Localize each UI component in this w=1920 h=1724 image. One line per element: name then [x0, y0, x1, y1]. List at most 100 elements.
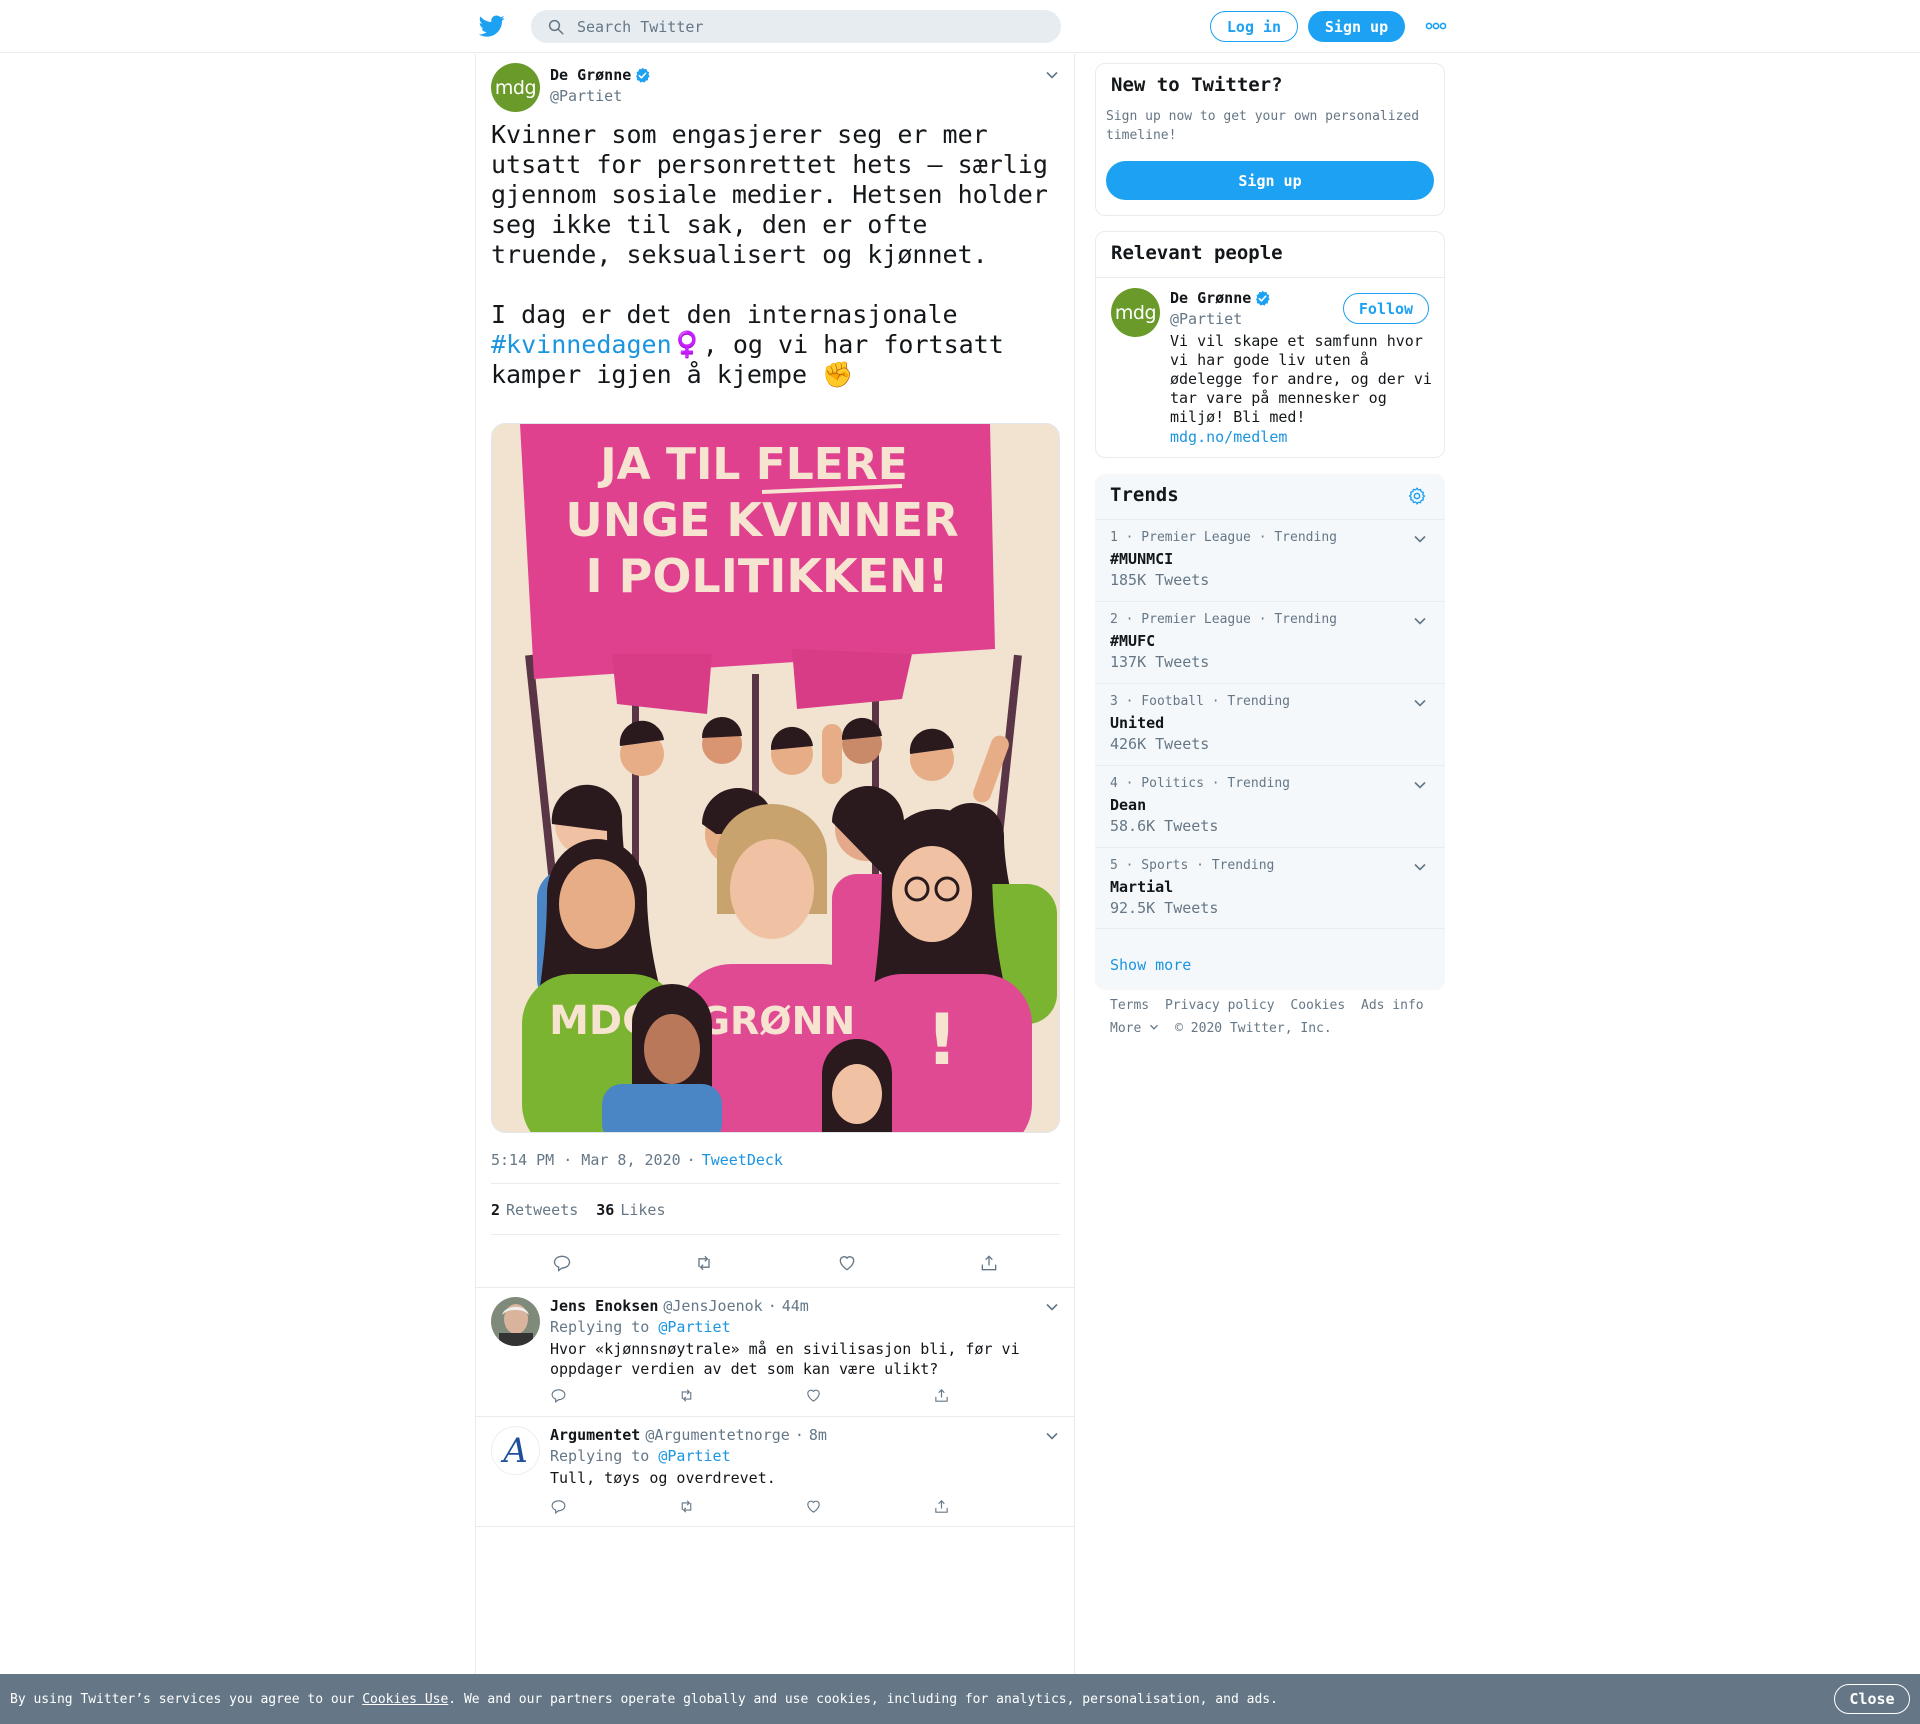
signup-button[interactable]: Sign up — [1308, 11, 1405, 42]
tweet-image[interactable]: JA TIL FLERE UNGE KVINNER I POLITIKKEN! — [491, 423, 1060, 1133]
reply-avatar[interactable] — [491, 1297, 540, 1346]
footer-privacy-link[interactable]: Privacy policy — [1165, 998, 1275, 1013]
tweet-time-text[interactable]: 5:14 PM · Mar 8, 2020 — [491, 1151, 681, 1169]
avatar-logo-text: mdg — [1114, 301, 1157, 324]
retweet-icon[interactable] — [694, 1253, 714, 1273]
login-button[interactable]: Log in — [1210, 11, 1298, 42]
trend-item[interactable]: 5 · Sports · Trending Martial 92.5K Twee… — [1095, 847, 1445, 929]
likes-count: 36 — [596, 1201, 615, 1219]
portrait-photo — [491, 1297, 540, 1346]
cookies-use-link[interactable]: Cookies Use — [362, 1692, 448, 1707]
like-heart-icon[interactable] — [837, 1253, 857, 1273]
trend-item[interactable]: 4 · Politics · Trending Dean 58.6K Tweet… — [1095, 765, 1445, 847]
female-sign-emoji: ♀️ — [671, 330, 703, 359]
more-dots-icon[interactable] — [1425, 18, 1447, 34]
trend-count: 426K Tweets — [1110, 735, 1210, 753]
reply-tweet[interactable]: A Argumentet @Argumentetnorge · 8m Replyi… — [476, 1416, 1074, 1527]
poster-line1-a: JA TIL — [597, 439, 755, 490]
person-bio-link[interactable]: mdg.no/medlem — [1170, 428, 1287, 446]
replying-to-link[interactable]: @Partiet — [658, 1447, 730, 1465]
chevron-down-icon[interactable] — [1045, 1300, 1059, 1314]
trend-meta: 4 · Politics · Trending — [1110, 776, 1291, 791]
footer-terms-link[interactable]: Terms — [1110, 998, 1149, 1013]
reply-avatar[interactable]: A — [491, 1426, 540, 1475]
chevron-down-icon[interactable] — [1413, 778, 1427, 792]
chevron-down-icon[interactable] — [1045, 1429, 1059, 1443]
reply-age[interactable]: 8m — [809, 1426, 827, 1444]
cookie-consent-banner: By using Twitter’s services you agree to… — [0, 1674, 1920, 1724]
poster-shirt-text-2: GRØNN — [699, 999, 855, 1043]
reply-icon[interactable] — [552, 1253, 572, 1273]
new-to-twitter-description: Sign up now to get your own personalized… — [1106, 109, 1420, 143]
trend-count: 137K Tweets — [1110, 653, 1210, 671]
like-heart-icon[interactable] — [805, 1498, 822, 1515]
new-to-twitter-card: New to Twitter? Sign up now to get your … — [1095, 63, 1445, 216]
raised-fist-emoji: ✊ — [822, 360, 854, 389]
footer-ads-link[interactable]: Ads info — [1361, 998, 1424, 1013]
svg-text:JA TIL FLERE: JA TIL FLERE — [597, 439, 908, 490]
reply-tweet[interactable]: Jens Enoksen @JensJoenok · 44m Replying t… — [476, 1287, 1074, 1416]
chevron-down-icon[interactable] — [1413, 614, 1427, 628]
author-avatar[interactable]: mdg — [491, 63, 540, 112]
follow-button[interactable]: Follow — [1343, 293, 1429, 324]
twitter-bird-logo-icon[interactable] — [478, 13, 506, 39]
sidebar-footer: Terms Privacy policy Cookies Ads info Mo… — [1110, 994, 1432, 1040]
poster-line3: I POLITIKKEN! — [585, 549, 948, 603]
share-icon[interactable] — [933, 1387, 950, 1404]
person-name[interactable]: De Grønne — [1170, 289, 1271, 307]
cookie-text: By using Twitter’s services you agree to… — [10, 1692, 1278, 1707]
trend-count: 58.6K Tweets — [1110, 817, 1219, 835]
settings-gear-icon[interactable] — [1407, 486, 1427, 506]
reply-header: Argumentet @Argumentetnorge · 8m — [550, 1426, 827, 1444]
retweet-icon[interactable] — [678, 1498, 695, 1515]
search-input[interactable]: Search Twitter — [531, 10, 1061, 43]
retweet-icon[interactable] — [678, 1387, 695, 1404]
tweet-source-link[interactable]: TweetDeck — [702, 1151, 783, 1169]
poster-line1-b: FLERE — [756, 439, 908, 490]
like-heart-icon[interactable] — [805, 1387, 822, 1404]
person-avatar[interactable]: mdg — [1111, 288, 1160, 337]
reply-author-name[interactable]: Argumentet — [550, 1426, 640, 1444]
chevron-down-icon[interactable] — [1413, 532, 1427, 546]
trend-item[interactable]: 2 · Premier League · Trending #MUFC 137K… — [1095, 601, 1445, 683]
share-icon[interactable] — [979, 1253, 999, 1273]
reply-author-handle[interactable]: @JensJoenok — [663, 1297, 762, 1315]
trend-item[interactable]: 3 · Football · Trending United 426K Twee… — [1095, 683, 1445, 765]
reply-text: Tull, tøys og overdrevet. — [550, 1469, 776, 1487]
footer-more-menu[interactable]: More — [1110, 1021, 1159, 1036]
replying-to: Replying to @Partiet — [550, 1318, 731, 1336]
reply-author-name[interactable]: Jens Enoksen — [550, 1297, 658, 1315]
reply-icon[interactable] — [550, 1387, 567, 1404]
reply-age[interactable]: 44m — [782, 1297, 809, 1315]
reply-author-handle[interactable]: @Argumentetnorge — [645, 1426, 790, 1444]
share-icon[interactable] — [933, 1498, 950, 1515]
trend-item[interactable]: 1 · Premier League · Trending #MUNMCI 18… — [1095, 519, 1445, 601]
campaign-poster-illustration: JA TIL FLERE UNGE KVINNER I POLITIKKEN! — [492, 424, 1059, 1132]
author-name-text: De Grønne — [550, 66, 632, 84]
relevant-people-title: Relevant people — [1111, 242, 1283, 264]
footer-cookies-link[interactable]: Cookies — [1290, 998, 1345, 1013]
likes-stat[interactable]: 36 Likes — [596, 1201, 665, 1219]
author-handle[interactable]: @Partiet — [550, 87, 622, 105]
chevron-down-icon[interactable] — [1045, 68, 1059, 82]
footer-more-label: More — [1110, 1021, 1142, 1036]
tweet-paragraph-1: Kvinner som engasjerer seg er mer utsatt… — [491, 120, 1063, 269]
tweet-paragraph-2-start: I dag er det den internasjonale — [491, 300, 973, 329]
retweets-count: 2 — [491, 1201, 501, 1219]
sidebar-signup-button[interactable]: Sign up — [1106, 161, 1434, 200]
person-handle[interactable]: @Partiet — [1170, 310, 1242, 328]
trend-meta: 5 · Sports · Trending — [1110, 858, 1275, 873]
chevron-down-icon[interactable] — [1413, 860, 1427, 874]
retweets-stat[interactable]: 2 Retweets — [491, 1201, 578, 1219]
cookie-close-button[interactable]: Close — [1834, 1684, 1910, 1714]
chevron-down-icon[interactable] — [1413, 696, 1427, 710]
replying-to-link[interactable]: @Partiet — [658, 1318, 730, 1336]
avatar-logo-text: mdg — [494, 76, 537, 99]
show-more-trends-link[interactable]: Show more — [1110, 956, 1191, 974]
trend-meta: 1 · Premier League · Trending — [1110, 530, 1337, 545]
author-name[interactable]: De Grønne — [550, 66, 651, 84]
divider — [491, 1234, 1060, 1235]
reply-icon[interactable] — [550, 1498, 567, 1515]
trend-meta: 2 · Premier League · Trending — [1110, 612, 1337, 627]
hashtag-link[interactable]: #kvinnedagen — [491, 330, 672, 359]
